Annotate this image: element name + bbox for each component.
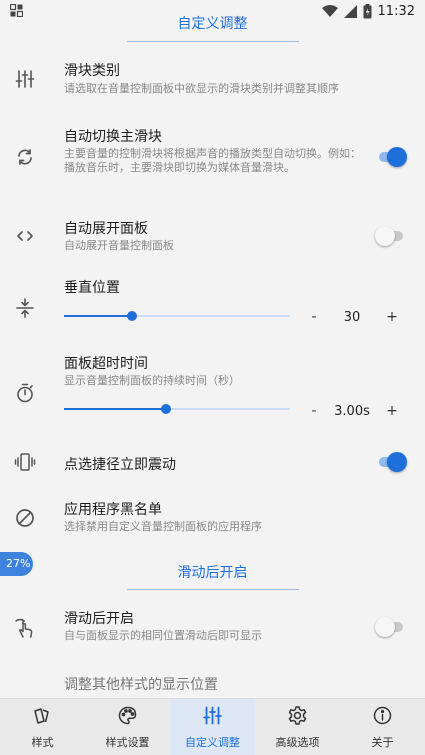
- style-icon: [32, 705, 53, 726]
- vertical-position-title: 垂直位置: [64, 280, 120, 296]
- auto-expand-subtitle: 自动展开音量控制面板: [64, 239, 174, 252]
- vertical-position-increase-button[interactable]: +: [384, 309, 400, 325]
- vibrate-title[interactable]: 点选捷径立即震动: [64, 454, 176, 474]
- auto-expand-toggle[interactable]: [375, 225, 407, 247]
- enable-after-scroll-subtitle: 自与面板显示的相同位置滑动后即可显示: [64, 629, 262, 642]
- tune-icon: [202, 705, 223, 726]
- section-header-custom-adjust: 自定义调整: [177, 16, 248, 32]
- nav-tab-custom-adjust[interactable]: 自定义调整: [170, 699, 255, 755]
- section-header-scroll-enable: 滑动后开启: [177, 565, 248, 581]
- panel-timeout-decrease-button[interactable]: -: [306, 403, 322, 419]
- auto-expand-title[interactable]: 自动展开面板: [64, 218, 148, 238]
- vertical-position-value: 30: [343, 310, 361, 325]
- nav-tab-label: 关于: [371, 736, 394, 749]
- slider-types-title[interactable]: 滑块类别: [64, 60, 120, 80]
- swipe-icon: [14, 617, 36, 639]
- palette-icon: [117, 705, 138, 726]
- sliders-icon: [14, 68, 36, 90]
- panel-timeout-increase-button[interactable]: +: [384, 403, 400, 419]
- nav-tab-style[interactable]: 样式: [0, 699, 85, 755]
- slider-knob[interactable]: [160, 404, 171, 414]
- timer-icon: [14, 382, 36, 404]
- auto-switch-title[interactable]: 自动切换主滑块: [64, 126, 162, 146]
- panel-timeout-subtitle: 显示音量控制面板的持续时间（秒）: [64, 374, 240, 387]
- slider-types-subtitle: 请选取在音量控制面板中欲显示的滑块类别并调整其顺序: [64, 82, 339, 95]
- slider-knob[interactable]: [126, 311, 137, 321]
- vertical-align-icon: [14, 297, 36, 319]
- nav-tab-about[interactable]: 关于: [340, 699, 425, 755]
- nav-tab-label: 高级选项: [275, 736, 320, 749]
- nav-tab-advanced[interactable]: 高级选项: [255, 699, 340, 755]
- vibration-icon: [14, 451, 36, 473]
- code-icon: [14, 225, 36, 247]
- vertical-position-slider[interactable]: [64, 310, 290, 322]
- blacklist-subtitle: 选择禁用自定义音量控制面板的应用程序: [64, 520, 262, 533]
- bottom-navigation: 样式 样式设置 自定义调整 高级选项 关于: [0, 698, 425, 755]
- block-icon: [14, 507, 36, 529]
- nav-tab-label: 样式设置: [105, 736, 150, 749]
- sync-icon: [14, 146, 36, 168]
- nav-tab-style-settings[interactable]: 样式设置: [85, 699, 170, 755]
- nav-tab-label: 自定义调整: [185, 736, 240, 749]
- gear-icon: [287, 705, 308, 726]
- info-icon: [372, 705, 393, 726]
- auto-switch-toggle[interactable]: [375, 146, 407, 168]
- section-divider: [127, 41, 299, 42]
- enable-after-scroll-title[interactable]: 滑动后开启: [64, 608, 134, 628]
- auto-switch-subtitle: 主要音量的控制滑块将根据声音的播放类型自动切换。例如：播放音乐时，主要滑块即切换…: [64, 147, 361, 174]
- nav-tab-label: 样式: [31, 736, 54, 749]
- enable-after-scroll-toggle[interactable]: [375, 616, 407, 638]
- panel-timeout-value: 3.00s: [334, 404, 370, 419]
- section-divider: [127, 589, 299, 590]
- other-styles-position-title[interactable]: 调整其他样式的显示位置: [64, 674, 218, 694]
- blacklist-title[interactable]: 应用程序黑名单: [64, 499, 162, 519]
- vibrate-toggle[interactable]: [375, 451, 407, 473]
- panel-timeout-title: 面板超时时间: [64, 356, 148, 372]
- panel-timeout-slider[interactable]: [64, 403, 290, 415]
- vertical-position-decrease-button[interactable]: -: [306, 309, 322, 325]
